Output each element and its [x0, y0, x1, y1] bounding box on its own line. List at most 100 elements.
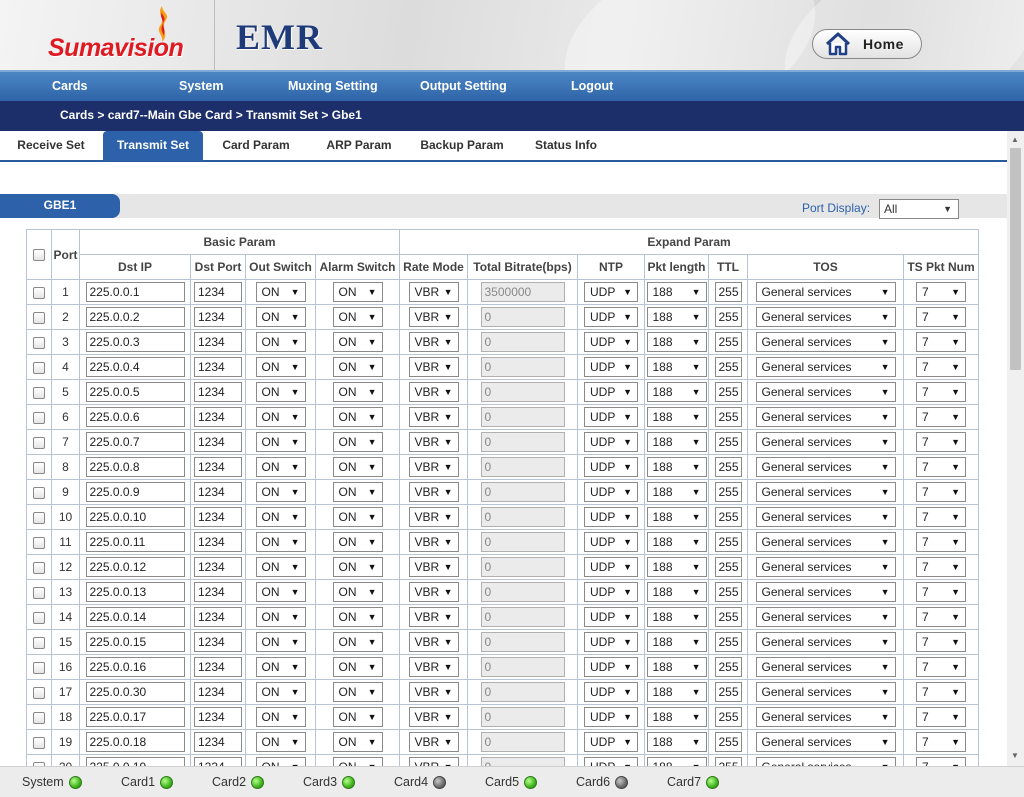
rate-mode-select[interactable]: VBR▼	[408, 282, 459, 302]
ttl-input[interactable]: 255	[714, 357, 742, 377]
dst-ip-input[interactable]: 225.0.0.2	[85, 307, 185, 327]
ts-pkt-num-select[interactable]: 7▼	[916, 607, 966, 627]
out-switch-select[interactable]: ON▼	[255, 357, 306, 377]
rate-mode-select[interactable]: VBR▼	[408, 457, 459, 477]
dst-ip-input[interactable]: 225.0.0.7	[85, 432, 185, 452]
ntp-select[interactable]: UDP▼	[584, 332, 638, 352]
rate-mode-select[interactable]: VBR▼	[408, 707, 459, 727]
row-checkbox[interactable]	[33, 611, 45, 624]
pkt-length-select[interactable]: 188▼	[646, 282, 707, 302]
rate-mode-select[interactable]: VBR▼	[408, 482, 459, 502]
ttl-input[interactable]: 255	[714, 557, 742, 577]
tos-select[interactable]: General services▼	[755, 607, 896, 627]
dst-port-input[interactable]: 1234	[194, 557, 242, 577]
dst-ip-input[interactable]: 225.0.0.14	[85, 607, 185, 627]
tos-select[interactable]: General services▼	[755, 457, 896, 477]
ntp-select[interactable]: UDP▼	[584, 557, 638, 577]
ntp-select[interactable]: UDP▼	[584, 432, 638, 452]
pkt-length-select[interactable]: 188▼	[646, 457, 707, 477]
pkt-length-select[interactable]: 188▼	[646, 482, 707, 502]
out-switch-select[interactable]: ON▼	[255, 407, 306, 427]
nav-output-setting[interactable]: Output Setting	[420, 79, 507, 93]
ts-pkt-num-select[interactable]: 7▼	[916, 282, 966, 302]
gbe1-tab[interactable]: GBE1	[0, 194, 120, 218]
out-switch-select[interactable]: ON▼	[255, 432, 306, 452]
ntp-select[interactable]: UDP▼	[584, 607, 638, 627]
dst-port-input[interactable]: 1234	[194, 307, 242, 327]
rate-mode-select[interactable]: VBR▼	[408, 732, 459, 752]
pkt-length-select[interactable]: 188▼	[646, 357, 707, 377]
rate-mode-select[interactable]: VBR▼	[408, 632, 459, 652]
ts-pkt-num-select[interactable]: 7▼	[916, 457, 966, 477]
rate-mode-select[interactable]: VBR▼	[408, 407, 459, 427]
ttl-input[interactable]: 255	[714, 482, 742, 502]
ts-pkt-num-select[interactable]: 7▼	[916, 532, 966, 552]
alarm-switch-select[interactable]: ON▼	[332, 557, 383, 577]
out-switch-select[interactable]: ON▼	[255, 632, 306, 652]
ntp-select[interactable]: UDP▼	[584, 682, 638, 702]
ts-pkt-num-select[interactable]: 7▼	[916, 332, 966, 352]
alarm-switch-select[interactable]: ON▼	[332, 457, 383, 477]
dst-ip-input[interactable]: 225.0.0.18	[85, 732, 185, 752]
alarm-switch-select[interactable]: ON▼	[332, 532, 383, 552]
ttl-input[interactable]: 255	[714, 607, 742, 627]
ntp-select[interactable]: UDP▼	[584, 507, 638, 527]
ts-pkt-num-select[interactable]: 7▼	[916, 682, 966, 702]
pkt-length-select[interactable]: 188▼	[646, 307, 707, 327]
out-switch-select[interactable]: ON▼	[255, 607, 306, 627]
dst-port-input[interactable]: 1234	[194, 357, 242, 377]
dst-ip-input[interactable]: 225.0.0.17	[85, 707, 185, 727]
alarm-switch-select[interactable]: ON▼	[332, 707, 383, 727]
ts-pkt-num-select[interactable]: 7▼	[916, 432, 966, 452]
rate-mode-select[interactable]: VBR▼	[408, 532, 459, 552]
ntp-select[interactable]: UDP▼	[584, 482, 638, 502]
ts-pkt-num-select[interactable]: 7▼	[916, 657, 966, 677]
tos-select[interactable]: General services▼	[755, 357, 896, 377]
alarm-switch-select[interactable]: ON▼	[332, 657, 383, 677]
ntp-select[interactable]: UDP▼	[584, 282, 638, 302]
row-checkbox[interactable]	[33, 411, 45, 424]
dst-port-input[interactable]: 1234	[194, 582, 242, 602]
ts-pkt-num-select[interactable]: 7▼	[916, 482, 966, 502]
ttl-input[interactable]: 255	[714, 757, 742, 766]
dst-ip-input[interactable]: 225.0.0.8	[85, 457, 185, 477]
out-switch-select[interactable]: ON▼	[255, 282, 306, 302]
dst-port-input[interactable]: 1234	[194, 632, 242, 652]
alarm-switch-select[interactable]: ON▼	[332, 407, 383, 427]
alarm-switch-select[interactable]: ON▼	[332, 382, 383, 402]
dst-ip-input[interactable]: 225.0.0.16	[85, 657, 185, 677]
tos-select[interactable]: General services▼	[755, 557, 896, 577]
dst-port-input[interactable]: 1234	[194, 382, 242, 402]
alarm-switch-select[interactable]: ON▼	[332, 282, 383, 302]
rate-mode-select[interactable]: VBR▼	[408, 557, 459, 577]
pkt-length-select[interactable]: 188▼	[646, 707, 707, 727]
ttl-input[interactable]: 255	[714, 657, 742, 677]
tab-card-param[interactable]: Card Param	[212, 131, 300, 161]
tos-select[interactable]: General services▼	[755, 382, 896, 402]
row-checkbox[interactable]	[33, 361, 45, 374]
nav-system[interactable]: System	[179, 79, 223, 93]
dst-port-input[interactable]: 1234	[194, 682, 242, 702]
tab-transmit-set[interactable]: Transmit Set	[103, 131, 203, 161]
out-switch-select[interactable]: ON▼	[255, 682, 306, 702]
dst-ip-input[interactable]: 225.0.0.15	[85, 632, 185, 652]
ts-pkt-num-select[interactable]: 7▼	[916, 707, 966, 727]
tos-select[interactable]: General services▼	[755, 707, 896, 727]
ttl-input[interactable]: 255	[714, 582, 742, 602]
ntp-select[interactable]: UDP▼	[584, 407, 638, 427]
out-switch-select[interactable]: ON▼	[255, 507, 306, 527]
out-switch-select[interactable]: ON▼	[255, 732, 306, 752]
ts-pkt-num-select[interactable]: 7▼	[916, 557, 966, 577]
ttl-input[interactable]: 255	[714, 457, 742, 477]
out-switch-select[interactable]: ON▼	[255, 332, 306, 352]
ts-pkt-num-select[interactable]: 7▼	[916, 582, 966, 602]
alarm-switch-select[interactable]: ON▼	[332, 357, 383, 377]
home-button[interactable]: Home	[812, 29, 922, 59]
ts-pkt-num-select[interactable]: 7▼	[916, 407, 966, 427]
scroll-down-icon[interactable]: ▼	[1011, 751, 1019, 760]
alarm-switch-select[interactable]: ON▼	[332, 482, 383, 502]
tos-select[interactable]: General services▼	[755, 307, 896, 327]
dst-port-input[interactable]: 1234	[194, 757, 242, 766]
dst-ip-input[interactable]: 225.0.0.19	[85, 757, 185, 766]
row-checkbox[interactable]	[33, 736, 45, 749]
